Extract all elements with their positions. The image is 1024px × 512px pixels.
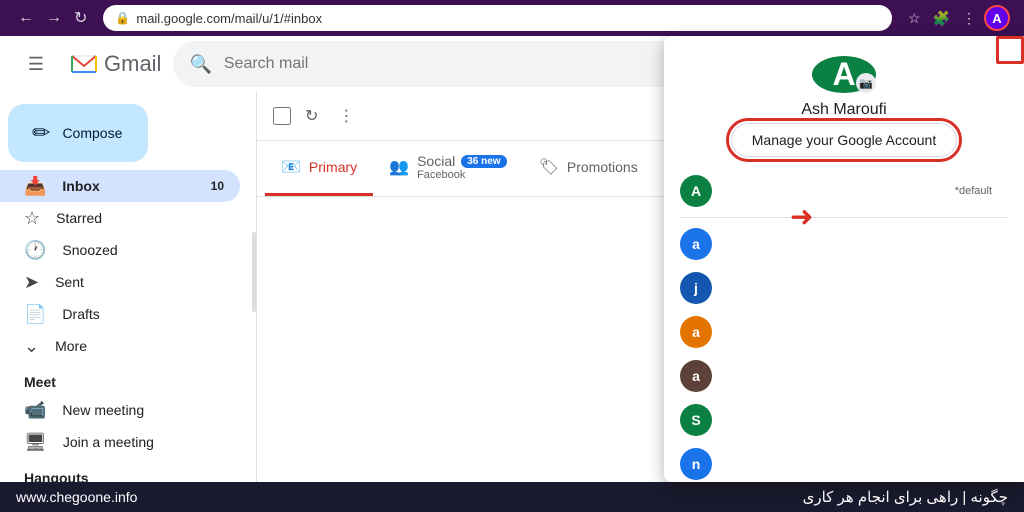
account-row-3[interactable]: a (680, 310, 1008, 354)
account-avatar-0: A (680, 175, 712, 207)
sidebar-item-sent[interactable]: ➤ Sent (0, 266, 240, 298)
drafts-label: Drafts (62, 306, 224, 322)
sidebar-item-join-meeting[interactable]: 🖥 Join a meeting (0, 426, 240, 458)
select-all-checkbox[interactable] (273, 107, 291, 125)
account-avatar-3: a (680, 316, 712, 348)
gmail-m-icon (68, 48, 100, 80)
promotions-tab-label: Promotions (567, 159, 638, 175)
tab-primary[interactable]: 📧 Primary (265, 141, 373, 196)
more-email-options-button[interactable]: ⋮ (332, 100, 360, 132)
banner-text: چگونه | راهی برای انجام هر کاری (803, 488, 1008, 506)
social-tab-label: Social (417, 153, 455, 169)
account-popup: A 📷 Ash Maroufi Manage your Google Accou… (664, 36, 1024, 482)
new-meeting-icon: 📹 (24, 400, 46, 421)
account-avatar-2: j (680, 272, 712, 304)
sidebar-item-starred[interactable]: ☆ Starred (0, 202, 240, 234)
browser-chrome: ← → ↻ 🔒 mail.google.com/mail/u/1/#inbox … (0, 0, 1024, 36)
lock-icon: 🔒 (115, 11, 130, 25)
back-button[interactable]: ← (14, 5, 38, 31)
promotions-tab-icon: 🏷 (539, 157, 559, 177)
account-row-1[interactable]: a (680, 222, 1008, 266)
search-icon: 🔍 (189, 54, 211, 75)
more-label: More (55, 338, 224, 354)
account-row-2[interactable]: j (680, 266, 1008, 310)
scrollbar-hint (252, 232, 256, 312)
inbox-count: 10 (211, 179, 224, 193)
popup-username: Ash Maroufi (801, 101, 886, 119)
gmail-logo-text: Gmail (104, 51, 161, 77)
sidebar-item-snoozed[interactable]: 🕐 Snoozed (0, 234, 240, 266)
sent-label: Sent (55, 274, 224, 290)
social-tab-badge: 36 new (461, 155, 506, 168)
menu-button[interactable]: ☰ (16, 44, 56, 84)
account-avatar-5: S (680, 404, 712, 436)
forward-button[interactable]: → (42, 5, 66, 31)
compose-plus-icon: ✏ (32, 120, 50, 146)
account-avatar-6: n (680, 448, 712, 480)
camera-icon[interactable]: 📷 (856, 73, 876, 93)
url-text: mail.google.com/mail/u/1/#inbox (136, 11, 322, 26)
browser-actions: ☆ 🧩 ⋮ A (898, 5, 1016, 31)
primary-tab-icon: 📧 (281, 157, 301, 177)
tab-social[interactable]: 👥 Social 36 new Facebook (373, 141, 522, 196)
refresh-email-button[interactable]: ↻ (299, 100, 324, 132)
account-row-0[interactable]: A (680, 169, 712, 213)
inbox-icon: 📥 (24, 176, 46, 197)
new-meeting-label: New meeting (62, 402, 224, 418)
accounts-divider (680, 217, 1008, 218)
browser-nav: ← → ↻ (8, 0, 97, 36)
search-input[interactable] (224, 55, 729, 73)
sidebar-item-drafts[interactable]: 📄 Drafts (0, 298, 240, 330)
account-row-5[interactable]: S (680, 398, 1008, 442)
popup-user-avatar: A 📷 (812, 56, 876, 93)
manage-account-button[interactable]: Manage your Google Account (731, 123, 957, 157)
social-tab-subtitle: Facebook (417, 169, 507, 181)
account-avatar-4: a (680, 360, 712, 392)
primary-tab-label: Primary (309, 159, 357, 175)
sidebar-item-more[interactable]: ⌄ More (0, 330, 240, 362)
tab-promotions[interactable]: 🏷 Promotions (523, 141, 654, 196)
refresh-button[interactable]: ↻ (70, 4, 91, 32)
starred-label: Starred (56, 210, 224, 226)
popup-accounts-list: A *default a j a a S n M (664, 169, 1024, 482)
default-label: *default (955, 185, 992, 197)
sent-icon: ➤ (24, 272, 39, 293)
account-row-6[interactable]: n (680, 442, 1008, 482)
browser-profile-icon[interactable]: A (984, 5, 1010, 31)
address-bar[interactable]: 🔒 mail.google.com/mail/u/1/#inbox (103, 5, 892, 31)
meet-section-label: Meet (0, 362, 256, 394)
extension-button[interactable]: 🧩 (929, 6, 954, 31)
more-options-button[interactable]: ⋮ (958, 6, 980, 31)
popup-avatar-letter: A (832, 56, 855, 93)
star-button[interactable]: ☆ (904, 6, 925, 31)
gmail-logo: Gmail (68, 48, 161, 80)
sidebar: ✏ Compose 📥 Inbox 10 ☆ Starred 🕐 Snoozed… (0, 92, 256, 482)
join-meeting-icon: 🖥 (24, 432, 47, 453)
sidebar-item-new-meeting[interactable]: 📹 New meeting (0, 394, 240, 426)
more-icon: ⌄ (24, 336, 39, 357)
sidebar-item-inbox[interactable]: 📥 Inbox 10 (0, 170, 240, 202)
banner-url: www.chegoone.info (16, 489, 137, 505)
snoozed-icon: 🕐 (24, 240, 46, 261)
compose-label: Compose (62, 125, 122, 141)
social-tab-icon: 👥 (389, 157, 409, 177)
inbox-label: Inbox (62, 178, 194, 194)
account-avatar-1: a (680, 228, 712, 260)
snoozed-label: Snoozed (62, 242, 224, 258)
compose-button[interactable]: ✏ Compose (8, 104, 148, 162)
bottom-banner: www.chegoone.info چگونه | راهی برای انجا… (0, 482, 1024, 512)
account-row-4[interactable]: a (680, 354, 1008, 398)
hangouts-section-label: Hangouts (0, 458, 256, 482)
starred-icon: ☆ (24, 208, 40, 229)
drafts-icon: 📄 (24, 304, 46, 325)
join-meeting-label: Join a meeting (63, 434, 224, 450)
